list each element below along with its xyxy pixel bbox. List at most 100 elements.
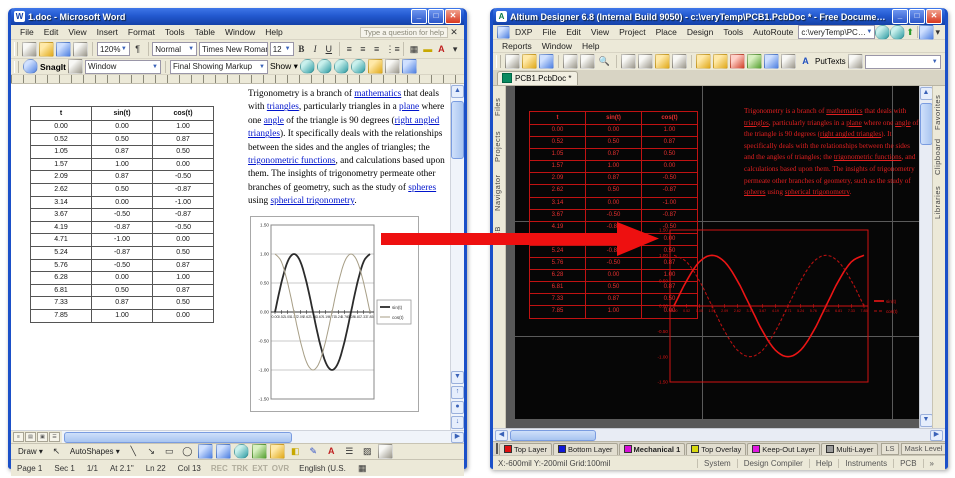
- altium-vertical-scrollbar[interactable]: ▲ ▼: [919, 86, 932, 428]
- panel-tab-projects[interactable]: Projects: [493, 126, 505, 166]
- layer-tab[interactable]: Bottom Layer: [553, 443, 618, 455]
- scroll-down-icon[interactable]: ▼: [920, 414, 933, 427]
- panel-button[interactable]: System: [697, 459, 737, 468]
- hscroll-thumb[interactable]: [64, 432, 292, 443]
- menu-item[interactable]: Table: [190, 26, 220, 38]
- menu-item[interactable]: Window: [220, 26, 260, 38]
- save-icon[interactable]: [539, 54, 554, 69]
- menu-item[interactable]: File: [537, 26, 561, 38]
- panel-button[interactable]: Help: [809, 459, 838, 468]
- menu-item[interactable]: Place: [651, 26, 682, 38]
- arrow-icon[interactable]: ↘: [144, 444, 159, 459]
- menu-item[interactable]: Project: [614, 26, 650, 38]
- menu-item[interactable]: File: [15, 26, 39, 38]
- close-button[interactable]: ✕: [445, 9, 461, 24]
- dropdown-icon[interactable]: ▾: [934, 25, 941, 40]
- hscroll-thumb[interactable]: [510, 430, 596, 441]
- print-layout-icon[interactable]: ▣: [37, 432, 48, 442]
- browse-previous-icon[interactable]: ↑: [451, 386, 464, 399]
- normal-view-icon[interactable]: ≡: [13, 432, 24, 442]
- current-layer-swatch[interactable]: [496, 443, 498, 454]
- chart-tool-icon[interactable]: [919, 25, 934, 40]
- panel-button[interactable]: »: [923, 459, 940, 468]
- shadow-style-icon[interactable]: ▨: [360, 444, 375, 459]
- align-right-icon[interactable]: ≡: [371, 42, 383, 57]
- forward-icon[interactable]: [890, 25, 905, 40]
- menu-item[interactable]: Design: [682, 26, 718, 38]
- scroll-thumb[interactable]: [451, 101, 464, 159]
- horizontal-ruler[interactable]: [11, 75, 464, 84]
- menu-item[interactable]: DXP: [510, 26, 537, 38]
- numbering-icon[interactable]: ⋮≡: [384, 42, 399, 57]
- scroll-down-icon[interactable]: ▼: [451, 371, 464, 384]
- cut-icon[interactable]: [621, 54, 636, 69]
- line-style-icon[interactable]: ☰: [342, 444, 357, 459]
- status-mode-indicator[interactable]: REC: [211, 464, 228, 473]
- menu-item[interactable]: Format: [123, 26, 160, 38]
- language-indicator[interactable]: English (U.S.: [299, 464, 346, 473]
- web-layout-icon[interactable]: ▤: [25, 432, 36, 442]
- panel-tab-favorites[interactable]: Favorites: [933, 92, 945, 132]
- status-mode-indicator[interactable]: TRK: [232, 464, 248, 473]
- snagit-label[interactable]: SnagIt: [40, 62, 66, 72]
- print-icon[interactable]: [73, 42, 88, 57]
- panel-tab-clipboard[interactable]: Clipboard: [933, 136, 945, 178]
- new-icon[interactable]: [505, 54, 520, 69]
- word-titlebar[interactable]: W 1.doc - Microsoft Word _ □ ✕: [11, 8, 464, 25]
- layer-tab[interactable]: Keep-Out Layer: [747, 443, 820, 455]
- layer-tab[interactable]: Mechanical 1: [619, 443, 686, 455]
- track-changes-icon[interactable]: [385, 59, 400, 74]
- undo-icon[interactable]: [672, 54, 687, 69]
- menu-item[interactable]: Help: [260, 26, 287, 38]
- panel-tab-files[interactable]: Files: [493, 92, 505, 122]
- autoshapes-menu[interactable]: AutoShapes ▾: [67, 447, 123, 456]
- place-component-icon[interactable]: [696, 54, 711, 69]
- toolbar-grip[interactable]: [14, 42, 18, 56]
- layer-tab[interactable]: Top Layer: [499, 443, 552, 455]
- underline-button[interactable]: U: [323, 42, 335, 57]
- scroll-up-icon[interactable]: ▲: [920, 87, 933, 100]
- menu-item[interactable]: Insert: [92, 26, 123, 38]
- minimize-button[interactable]: _: [411, 9, 427, 24]
- browse-next-icon[interactable]: ↓: [451, 416, 464, 429]
- polygon-icon[interactable]: [764, 54, 779, 69]
- display-for-review-combo[interactable]: Final Showing Markup▼: [170, 60, 268, 74]
- oval-icon[interactable]: ◯: [180, 444, 195, 459]
- panel-tab-navigator[interactable]: Navigator: [493, 170, 505, 216]
- puttexts-button[interactable]: PutTexts: [815, 57, 846, 66]
- font-color-icon[interactable]: A: [324, 444, 339, 459]
- new-comment-icon[interactable]: [368, 59, 383, 74]
- next-change-icon[interactable]: [317, 59, 332, 74]
- font-color-icon[interactable]: A: [436, 42, 448, 57]
- wordart-icon[interactable]: [216, 444, 231, 459]
- toolbar-grip[interactable]: [14, 61, 19, 73]
- show-paragraph-marks-icon[interactable]: ¶: [132, 42, 144, 57]
- align-left-icon[interactable]: ≡: [343, 42, 355, 57]
- print-preview-icon[interactable]: [580, 54, 595, 69]
- maximize-button[interactable]: □: [909, 9, 925, 24]
- menu-item[interactable]: AutoRoute: [748, 26, 798, 38]
- favorites-path-combo[interactable]: c:\veryTemp\PCB1.PcbDoc\WebPreview * ▼: [798, 25, 875, 39]
- altium-titlebar[interactable]: A Altium Designer 6.8 (Internal Build 90…: [493, 8, 945, 25]
- layer-bar-button[interactable]: Mask Level: [901, 443, 945, 455]
- save-icon[interactable]: [56, 42, 71, 57]
- scroll-thumb[interactable]: [920, 103, 933, 145]
- panel-button[interactable]: Instruments: [838, 459, 893, 468]
- outline-view-icon[interactable]: ☰: [49, 432, 60, 442]
- panel-button[interactable]: PCB: [893, 459, 922, 468]
- line-color-icon[interactable]: ✎: [306, 444, 321, 459]
- bold-button[interactable]: B: [296, 42, 308, 57]
- word-horizontal-scrollbar[interactable]: ≡ ▤ ▣ ☰ ▶: [11, 430, 464, 443]
- print-icon[interactable]: [563, 54, 578, 69]
- close-button[interactable]: ✕: [926, 9, 942, 24]
- select-browse-object-icon[interactable]: ●: [451, 401, 464, 414]
- menu-item[interactable]: Window: [537, 40, 577, 52]
- diagram-icon[interactable]: [234, 444, 249, 459]
- layer-bar-button[interactable]: LS: [881, 443, 898, 455]
- hscroll-right-icon[interactable]: ▶: [451, 432, 464, 443]
- text-box-icon[interactable]: [198, 444, 213, 459]
- line-icon[interactable]: ╲: [126, 444, 141, 459]
- back-icon[interactable]: [875, 25, 890, 40]
- help-question-input[interactable]: Type a question for help: [360, 27, 448, 38]
- minimize-button[interactable]: _: [892, 9, 908, 24]
